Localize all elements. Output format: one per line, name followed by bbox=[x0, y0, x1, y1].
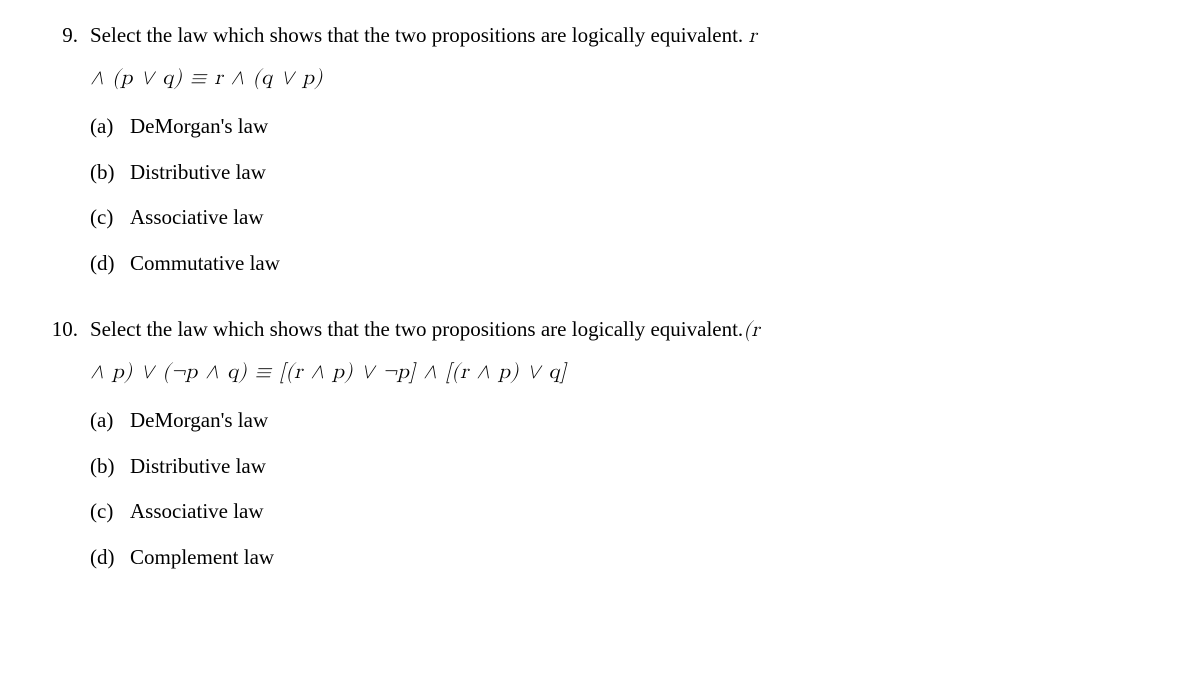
prompt-text: Select the law which shows that the two … bbox=[90, 317, 743, 341]
option-label: (b) bbox=[90, 451, 130, 483]
question-number: 9. bbox=[30, 20, 90, 286]
option-b: (b) Distributive law bbox=[90, 444, 1164, 490]
option-label: (a) bbox=[90, 111, 130, 143]
question-body: Select the law which shows that the two … bbox=[90, 314, 1164, 580]
option-text: Commutative law bbox=[130, 248, 280, 280]
option-text: DeMorgan's law bbox=[130, 111, 268, 143]
option-text: DeMorgan's law bbox=[130, 405, 268, 437]
option-label: (d) bbox=[90, 248, 130, 280]
question-body: Select the law which shows that the two … bbox=[90, 20, 1164, 286]
question-prompt: Select the law which shows that the two … bbox=[90, 314, 1164, 347]
prompt-text: Select the law which shows that the two … bbox=[90, 23, 748, 47]
option-d: (d) Complement law bbox=[90, 535, 1164, 581]
prompt-math-tail: (r bbox=[743, 320, 759, 341]
option-a: (a) DeMorgan's law bbox=[90, 104, 1164, 150]
option-label: (b) bbox=[90, 157, 130, 189]
question-10: 10. Select the law which shows that the … bbox=[30, 314, 1164, 580]
question-formula: ∧ (p ∨ q) ≡ r ∧ (q ∨ p) bbox=[90, 63, 1164, 95]
question-number: 10. bbox=[30, 314, 90, 580]
option-text: Complement law bbox=[130, 542, 274, 574]
option-d: (d) Commutative law bbox=[90, 241, 1164, 287]
options-list: (a) DeMorgan's law (b) Distributive law … bbox=[90, 398, 1164, 580]
option-text: Distributive law bbox=[130, 451, 266, 483]
option-text: Associative law bbox=[130, 496, 264, 528]
option-label: (c) bbox=[90, 496, 130, 528]
option-text: Associative law bbox=[130, 202, 264, 234]
question-9: 9. Select the law which shows that the t… bbox=[30, 20, 1164, 286]
option-a: (a) DeMorgan's law bbox=[90, 398, 1164, 444]
option-b: (b) Distributive law bbox=[90, 150, 1164, 196]
option-label: (c) bbox=[90, 202, 130, 234]
option-c: (c) Associative law bbox=[90, 489, 1164, 535]
option-label: (a) bbox=[90, 405, 130, 437]
options-list: (a) DeMorgan's law (b) Distributive law … bbox=[90, 104, 1164, 286]
prompt-math-tail: r bbox=[748, 26, 756, 47]
option-text: Distributive law bbox=[130, 157, 266, 189]
question-prompt: Select the law which shows that the two … bbox=[90, 20, 1164, 53]
question-formula: ∧ p) ∨ (¬p ∧ q) ≡ [(r ∧ p) ∨ ¬p] ∧ [(r ∧… bbox=[90, 357, 1164, 389]
option-c: (c) Associative law bbox=[90, 195, 1164, 241]
option-label: (d) bbox=[90, 542, 130, 574]
